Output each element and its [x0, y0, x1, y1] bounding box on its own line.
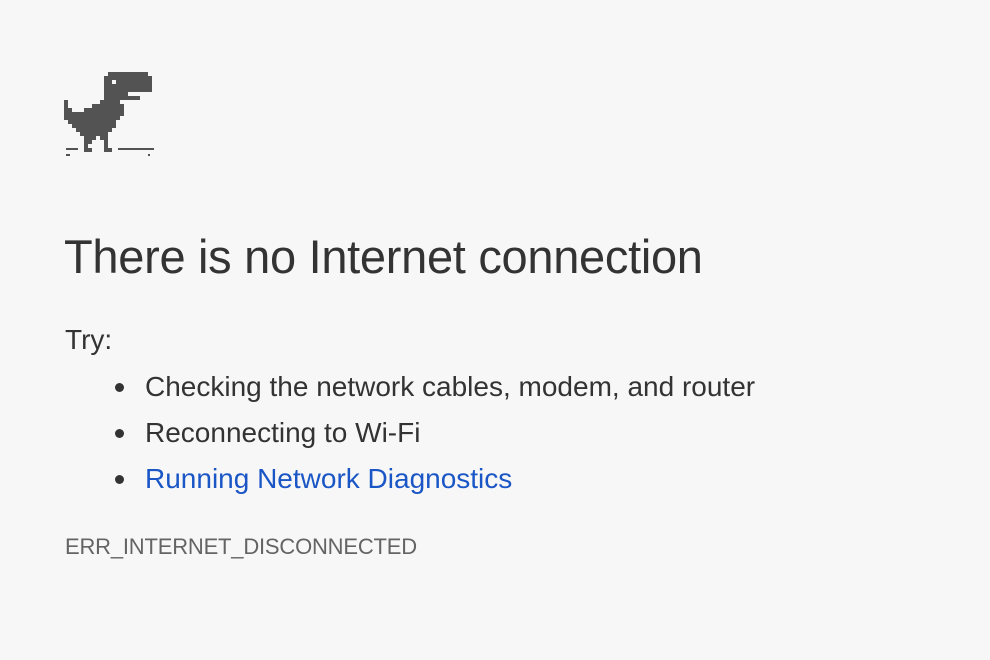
network-diagnostics-link[interactable]: Running Network Diagnostics — [145, 463, 512, 494]
suggestion-item-reconnect-wifi: Reconnecting to Wi-Fi — [115, 410, 755, 456]
suggestions-list: Checking the network cables, modem, and … — [115, 364, 756, 502]
error-code: ERR_INTERNET_DISCONNECTED — [65, 534, 417, 559]
bullet-icon — [115, 383, 124, 392]
bullet-icon — [115, 429, 124, 438]
try-label: Try: — [65, 324, 113, 355]
bullet-icon — [115, 475, 124, 484]
offline-dino-icon — [64, 72, 156, 164]
suggestion-item-check-cables: Checking the network cables, modem, and … — [115, 364, 756, 410]
suggestion-label: Reconnecting to Wi-Fi — [145, 417, 421, 448]
suggestion-label: Checking the network cables, modem, and … — [145, 371, 756, 402]
page-title: There is no Internet connection — [64, 230, 703, 283]
suggestion-item-network-diagnostics: Running Network Diagnostics — [115, 456, 755, 502]
